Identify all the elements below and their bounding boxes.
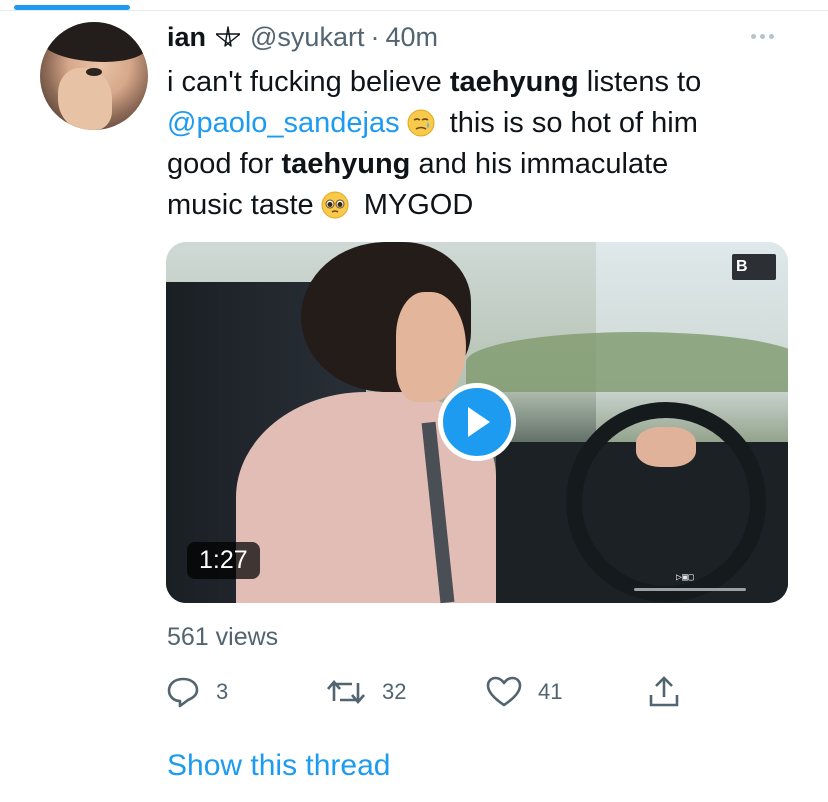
video-brand-logo: B	[732, 254, 776, 280]
share-icon	[649, 676, 679, 707]
reply-icon	[167, 677, 199, 708]
more-options-icon[interactable]	[751, 28, 787, 44]
video-person-face	[396, 292, 466, 402]
text-segment: music taste	[167, 189, 314, 221]
retweet-count: 32	[382, 679, 407, 704]
video-hill	[466, 332, 788, 392]
like-count: 41	[538, 679, 563, 704]
like-button[interactable]: 41	[486, 672, 562, 712]
heart-icon	[486, 676, 522, 707]
text-segment: listens to	[578, 66, 702, 98]
pentagram-icon	[216, 26, 241, 47]
retweet-icon	[327, 680, 365, 704]
view-count: 561 views	[167, 623, 279, 651]
avatar-hair	[40, 22, 148, 62]
timestamp[interactable]: 40m	[385, 22, 438, 53]
text-segment: good for	[167, 148, 282, 180]
header-separator: ·	[370, 21, 380, 52]
author-name[interactable]: ian	[167, 22, 206, 53]
text-segment: i can't fucking believe	[167, 66, 450, 98]
video-hand	[636, 427, 696, 467]
share-button[interactable]	[648, 672, 680, 712]
reply-button[interactable]: 3	[166, 672, 228, 712]
pleading-face-emoji-icon	[321, 191, 349, 219]
play-button[interactable]	[438, 383, 516, 461]
tweet-text: i can't fucking believe taehyung listens…	[167, 62, 807, 226]
tweet-header: ian @syukart · 40m	[167, 20, 438, 54]
video-duration: 1:27	[187, 542, 260, 579]
tweet-line-4: music taste MYGOD	[167, 185, 807, 226]
avatar[interactable]	[40, 22, 148, 130]
retweet-button[interactable]: 32	[326, 672, 406, 712]
avatar-hand	[58, 68, 112, 130]
play-icon	[468, 407, 490, 437]
text-segment: this is so hot of him	[449, 107, 698, 139]
text-segment: MYGOD	[363, 189, 474, 221]
bold-text: taehyung	[449, 66, 579, 98]
tweet-line-2: @paolo_sandejas this is so hot of him	[167, 103, 807, 144]
video-player[interactable]: B 1:27 ▷▣▢	[166, 242, 788, 603]
avatar-eye	[86, 68, 102, 76]
video-overlay-text: ▷▣▢	[676, 572, 695, 583]
reply-count: 3	[216, 679, 229, 704]
tweet-line-1: i can't fucking believe taehyung listens…	[167, 62, 807, 103]
bold-text: taehyung	[281, 148, 411, 180]
text-segment: and his immaculate	[410, 148, 669, 180]
author-handle[interactable]: @syukart	[250, 22, 364, 53]
tweet-line-3: good for taehyung and his immaculate	[167, 144, 807, 185]
face-holding-back-tears-emoji-icon	[407, 109, 435, 137]
video-overlay-bar	[634, 588, 746, 591]
mention-link[interactable]: @paolo_sandejas	[167, 107, 400, 139]
show-thread-link[interactable]: Show this thread	[167, 749, 390, 783]
active-tab-indicator	[14, 5, 130, 10]
